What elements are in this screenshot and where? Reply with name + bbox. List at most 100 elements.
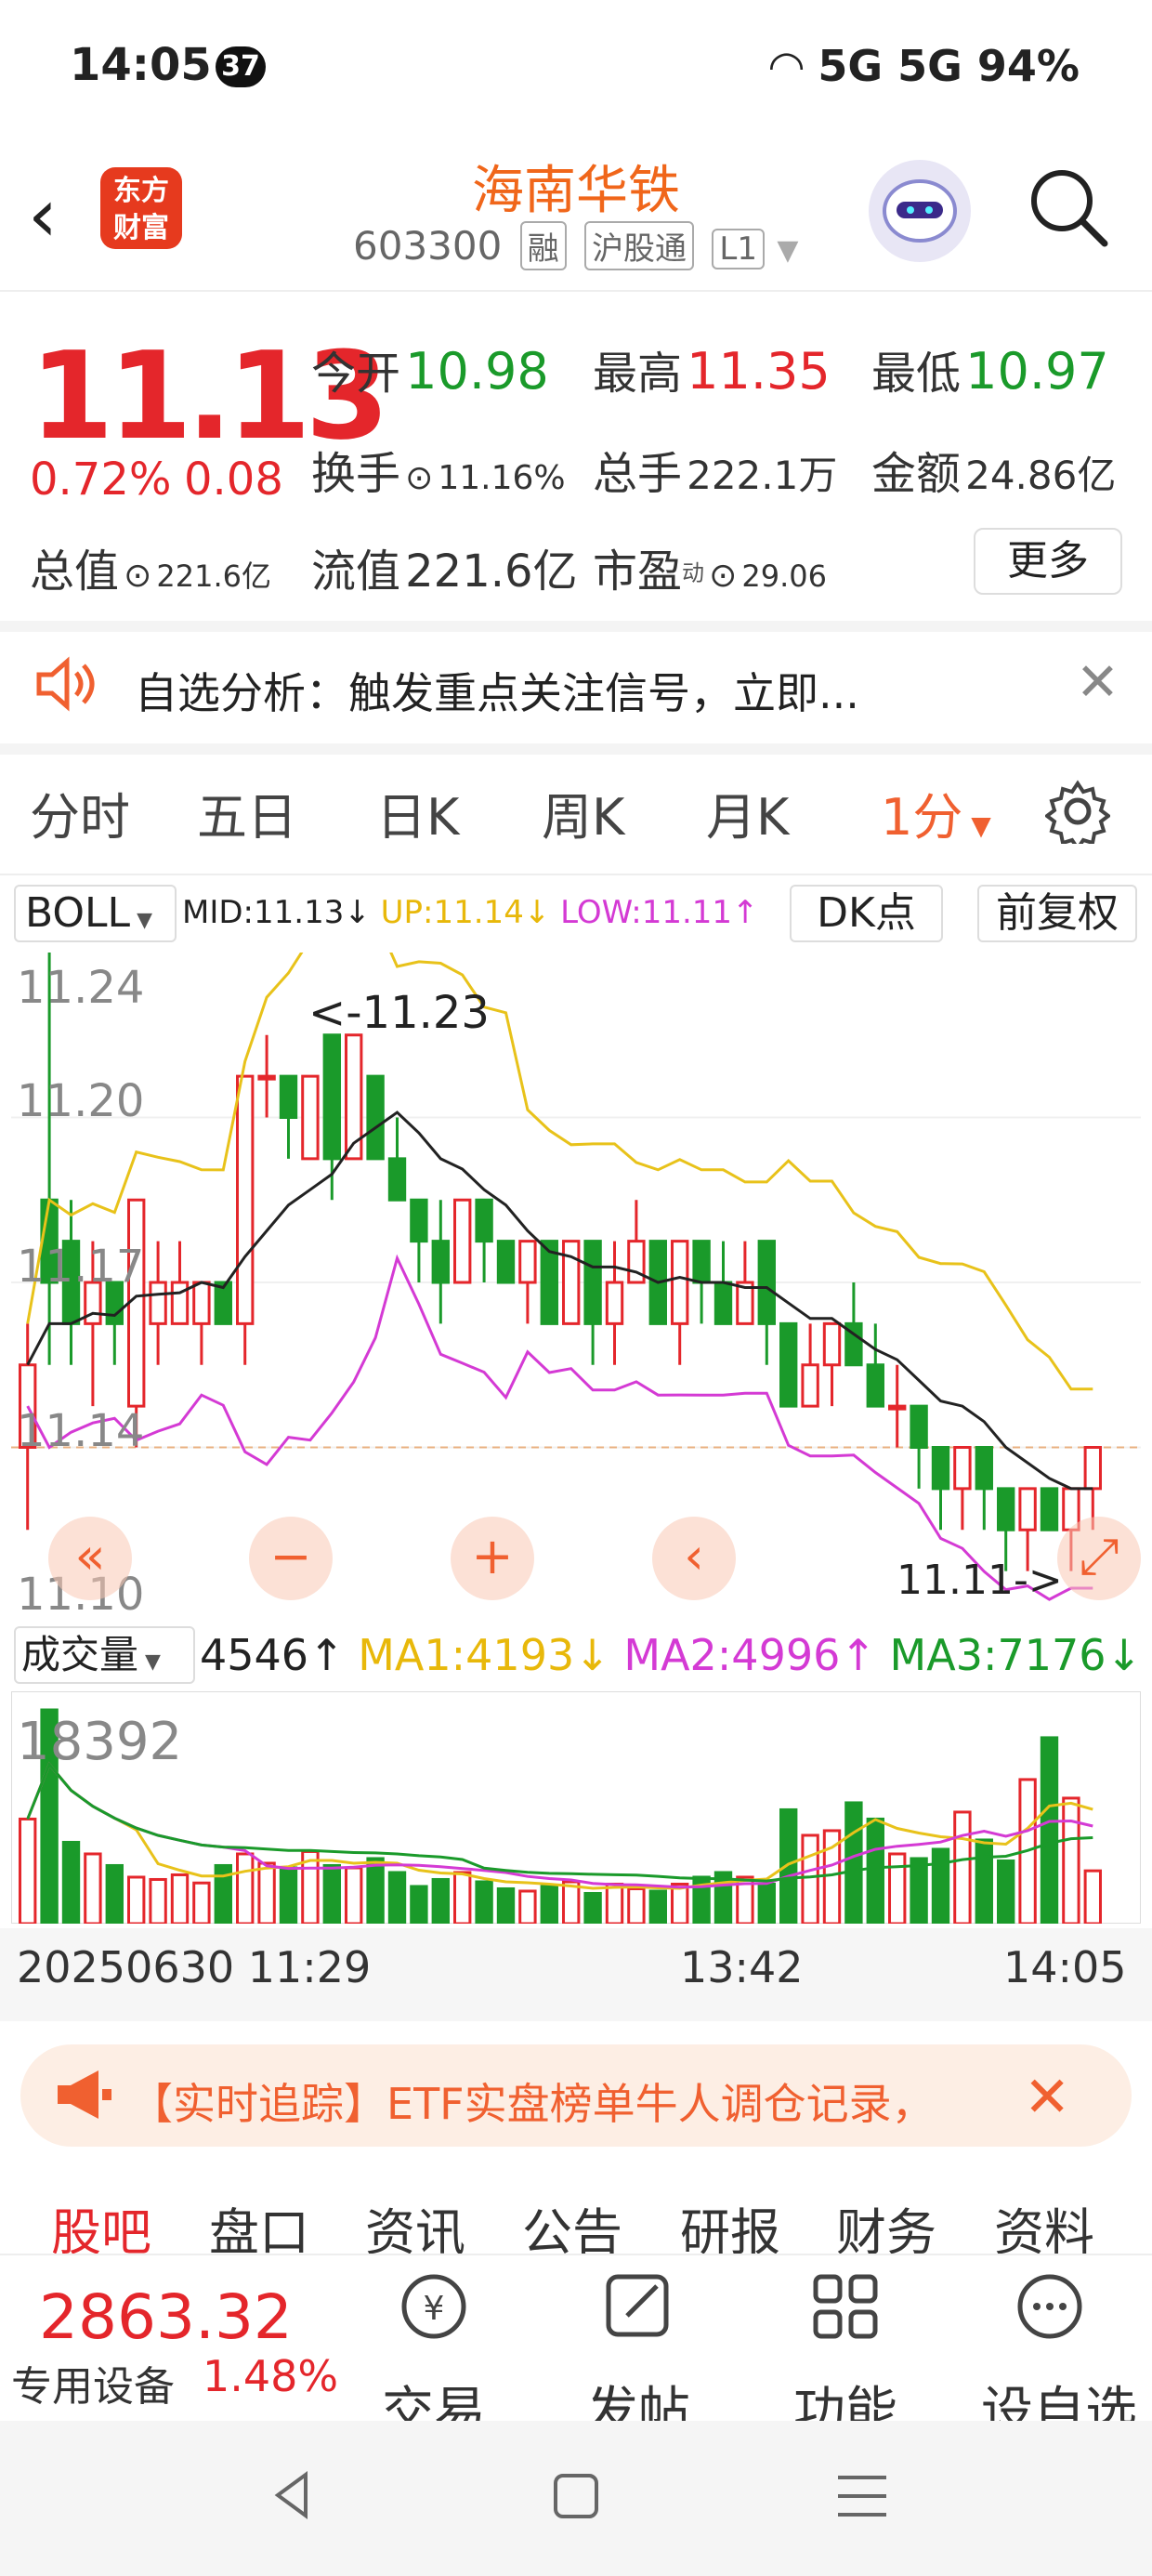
dk-button[interactable]: DK点	[790, 885, 943, 942]
subtab-profile[interactable]: 资料	[994, 2191, 1094, 2256]
scroll-left-button[interactable]: ‹	[652, 1517, 736, 1600]
close-icon[interactable]: ✕	[1076, 652, 1119, 713]
indicator-select[interactable]: BOLL ▼	[14, 885, 177, 942]
trade-icon[interactable]: ¥	[395, 2267, 473, 2349]
tab-daily-k[interactable]: 日K	[376, 776, 459, 849]
promo-close-icon[interactable]: ✕	[1024, 2065, 1070, 2130]
volume-bar	[627, 1886, 646, 1924]
gear-icon[interactable]	[1043, 779, 1112, 852]
volume-bar	[844, 1801, 863, 1924]
section-gap	[0, 743, 1152, 755]
robot-assistant-icon[interactable]	[869, 160, 971, 262]
zoom-in-button[interactable]: +	[451, 1517, 534, 1600]
info-icon[interactable]: ⊙	[124, 557, 151, 595]
sector-change: 1.48%	[203, 2351, 339, 2401]
subtab-news[interactable]: 资讯	[365, 2191, 465, 2256]
sector-index-value[interactable]: 2863.32	[39, 2281, 293, 2353]
nav-home-icon[interactable]	[550, 2470, 602, 2526]
volume-bar	[540, 1885, 558, 1924]
volume-bar	[431, 1877, 450, 1924]
notice-text[interactable]: 自选分析：触发重点关注信号，立即...	[135, 660, 859, 721]
float-row: 流值 221.6亿	[311, 534, 578, 599]
candle-body	[866, 1363, 884, 1408]
sector-name[interactable]: 专用设备	[11, 2353, 175, 2412]
volume-bar	[801, 1833, 819, 1924]
volume-bar	[387, 1871, 407, 1924]
x-label-mid: 13:42	[680, 1942, 804, 1992]
tab-monthly-k[interactable]: 月K	[706, 776, 789, 849]
scroll-left-fast-button[interactable]: «	[48, 1517, 132, 1600]
more-button[interactable]: 更多	[974, 528, 1122, 595]
candlestick-chart[interactable]	[11, 953, 1141, 1612]
info-icon[interactable]: ⊙	[709, 557, 737, 595]
volume-bar	[257, 1861, 276, 1924]
pe-sup: 动	[682, 559, 705, 586]
nav-back-icon[interactable]	[265, 2467, 321, 2527]
tab-five-day[interactable]: 五日	[197, 776, 297, 849]
candle-body	[562, 1240, 581, 1325]
subtab-research[interactable]: 研报	[680, 2191, 780, 2256]
volume-current: 4546↑	[200, 1630, 345, 1680]
candle-body	[279, 1074, 298, 1119]
candle-body	[366, 1074, 385, 1161]
low-marker: 11.11->	[897, 1557, 1063, 1604]
volume-bar	[1083, 1869, 1102, 1924]
subtab-forum[interactable]: 股吧	[51, 2191, 151, 2256]
y-label-1: 11.20	[17, 1075, 145, 1127]
candle-body	[192, 1281, 211, 1325]
volume-values: 4546↑ MA1:4193↓ MA2:4996↑ MA3:7176↓	[200, 1630, 1142, 1680]
compose-icon[interactable]	[599, 2267, 677, 2349]
volume-bar	[888, 1852, 907, 1924]
info-icon[interactable]: ⊙	[405, 459, 433, 497]
zoom-out-button[interactable]: −	[249, 1517, 333, 1600]
candle-body	[692, 1240, 711, 1284]
candle-body	[627, 1240, 646, 1284]
search-icon[interactable]	[1027, 165, 1110, 253]
volume-select[interactable]: 成交量 ▼	[14, 1626, 195, 1684]
volume-bar	[127, 1875, 146, 1924]
candle-body	[149, 1281, 167, 1325]
volume-bar	[953, 1810, 972, 1924]
subtab-financials[interactable]: 财务	[836, 2191, 936, 2256]
volume-bar	[1040, 1736, 1059, 1924]
ma1-value: MA1:4193↓	[358, 1630, 610, 1680]
candle-body	[997, 1487, 1015, 1531]
more-dots-icon[interactable]	[1011, 2267, 1089, 2349]
section-gap	[0, 621, 1152, 632]
stock-code: 603300	[353, 223, 503, 269]
nav-menu-icon[interactable]	[834, 2472, 890, 2524]
amount-row: 金额 24.86亿	[871, 437, 1116, 502]
y-label-2: 11.17	[17, 1241, 145, 1293]
tab-timeshare[interactable]: 分时	[30, 776, 130, 849]
volume-bar	[236, 1852, 255, 1924]
caret-down-icon: ▼	[962, 810, 991, 841]
subtab-orderbook[interactable]: 盘口	[209, 2191, 309, 2256]
tab-one-minute[interactable]: 1分 ▼	[881, 776, 991, 849]
volume-bar	[366, 1857, 385, 1924]
open-value: 10.98	[405, 342, 549, 401]
chevron-down-icon[interactable]: ▼	[777, 234, 798, 267]
open-row: 今开 10.98	[311, 336, 549, 401]
tag-margin: 融	[519, 221, 567, 270]
volume-bar	[105, 1863, 124, 1924]
volume-value: 222.1万	[687, 453, 838, 498]
volume-bar	[997, 1859, 1015, 1924]
candle-body	[953, 1446, 972, 1491]
mktcap-label: 总值	[30, 545, 120, 598]
promo-text[interactable]: 【实时追踪】ETF实盘榜单牛人调仓记录，	[130, 2070, 935, 2132]
subtab-announcements[interactable]: 公告	[522, 2191, 622, 2256]
volume-bar	[583, 1891, 602, 1924]
apps-icon[interactable]	[806, 2267, 884, 2349]
candle-body	[301, 1074, 320, 1161]
volume-bar	[605, 1882, 624, 1924]
adjust-button[interactable]: 前复权	[977, 885, 1137, 942]
candle-body	[779, 1321, 798, 1408]
volume-bar	[757, 1882, 776, 1924]
open-label: 今开	[311, 348, 401, 400]
header-divider	[0, 290, 1152, 292]
tab-weekly-k[interactable]: 周K	[542, 776, 624, 849]
fullscreen-icon[interactable]: ⤢	[1057, 1517, 1141, 1600]
candle-body	[1083, 1446, 1102, 1491]
candle-body	[322, 1033, 341, 1161]
candle-body	[236, 1074, 255, 1325]
